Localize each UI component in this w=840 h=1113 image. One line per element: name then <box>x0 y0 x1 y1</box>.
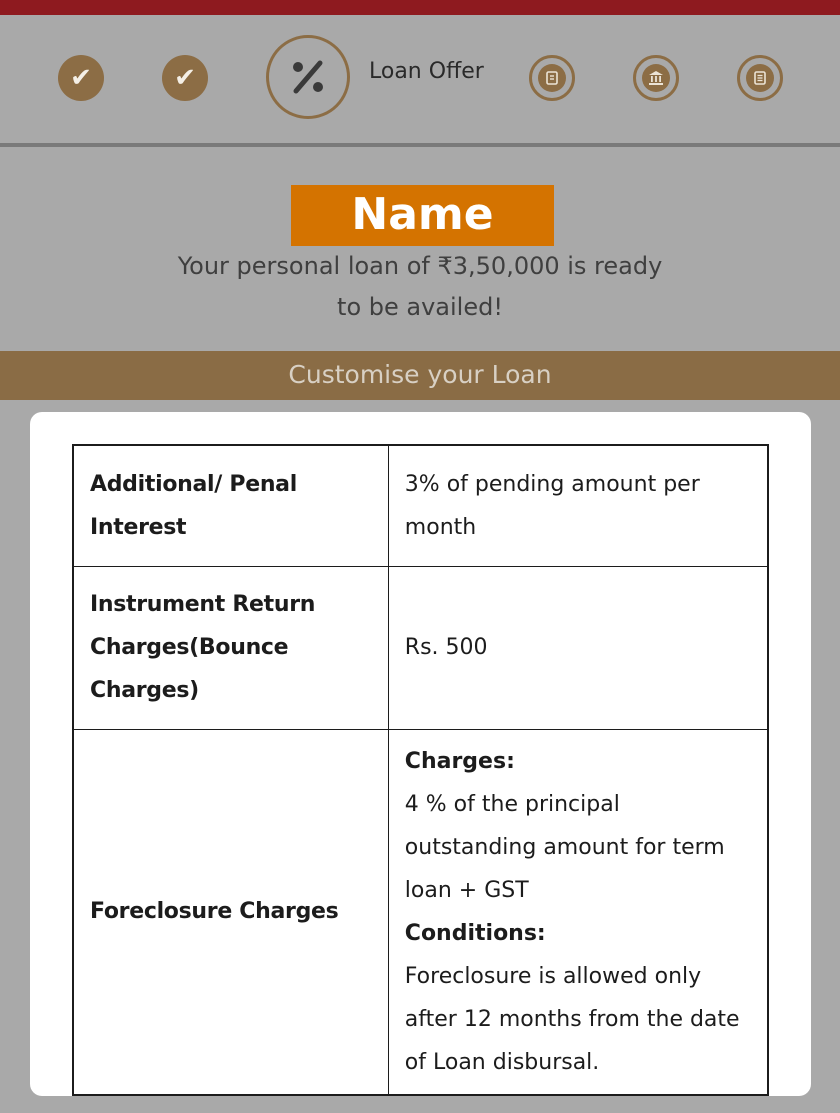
percent-icon <box>293 60 323 94</box>
table-row: Instrument Return Charges(Bounce Charges… <box>72 565 769 730</box>
offer-line-1: Your personal loan of ₹3,50,000 is ready <box>177 252 663 280</box>
step-5-pending <box>633 55 679 101</box>
offer-line-2: to be availed! <box>337 293 503 321</box>
progress-stepper: ✔ ✔ Loan Offer <box>0 15 840 143</box>
step-2-completed: ✔ <box>162 55 208 101</box>
step-3-current <box>266 35 350 119</box>
current-step-label: Loan Offer <box>369 59 484 84</box>
conditions-text: Foreclosure is allowed only after 12 mon… <box>404 963 740 1075</box>
top-bar <box>0 0 840 15</box>
row-label: Instrument Return Charges(Bounce Charges… <box>72 565 389 730</box>
customer-name-banner: Name <box>291 185 554 246</box>
list-icon <box>754 71 766 85</box>
step-4-pending <box>529 55 575 101</box>
row-value: 3% of pending amount per month <box>387 444 769 567</box>
bank-icon <box>649 71 663 85</box>
row-label: Foreclosure Charges <box>72 728 389 1095</box>
loan-offer-message: Your personal loan of ₹3,50,000 is ready… <box>120 246 720 328</box>
table-row: Additional/ Penal Interest 3% of pending… <box>72 444 769 567</box>
step-1-completed: ✔ <box>58 55 104 101</box>
charges-text: 4 % of the principal outstanding amount … <box>404 791 725 903</box>
check-icon: ✔ <box>174 63 196 93</box>
stepper-divider <box>0 143 840 147</box>
row-label: Additional/ Penal Interest <box>72 444 389 567</box>
conditions-heading: Conditions: <box>404 920 546 946</box>
check-icon: ✔ <box>70 63 92 93</box>
row-value: Charges: 4 % of the principal outstandin… <box>387 728 769 1095</box>
charges-heading: Charges: <box>404 748 515 774</box>
row-value: Rs. 500 <box>387 565 769 730</box>
table-row: Foreclosure Charges Charges: 4 % of the … <box>72 728 769 1095</box>
customise-loan-header: Customise your Loan <box>0 351 840 400</box>
charges-card: Additional/ Penal Interest 3% of pending… <box>30 412 811 1096</box>
step-6-pending <box>737 55 783 101</box>
charges-table: Additional/ Penal Interest 3% of pending… <box>72 444 769 1096</box>
document-icon <box>546 71 558 85</box>
